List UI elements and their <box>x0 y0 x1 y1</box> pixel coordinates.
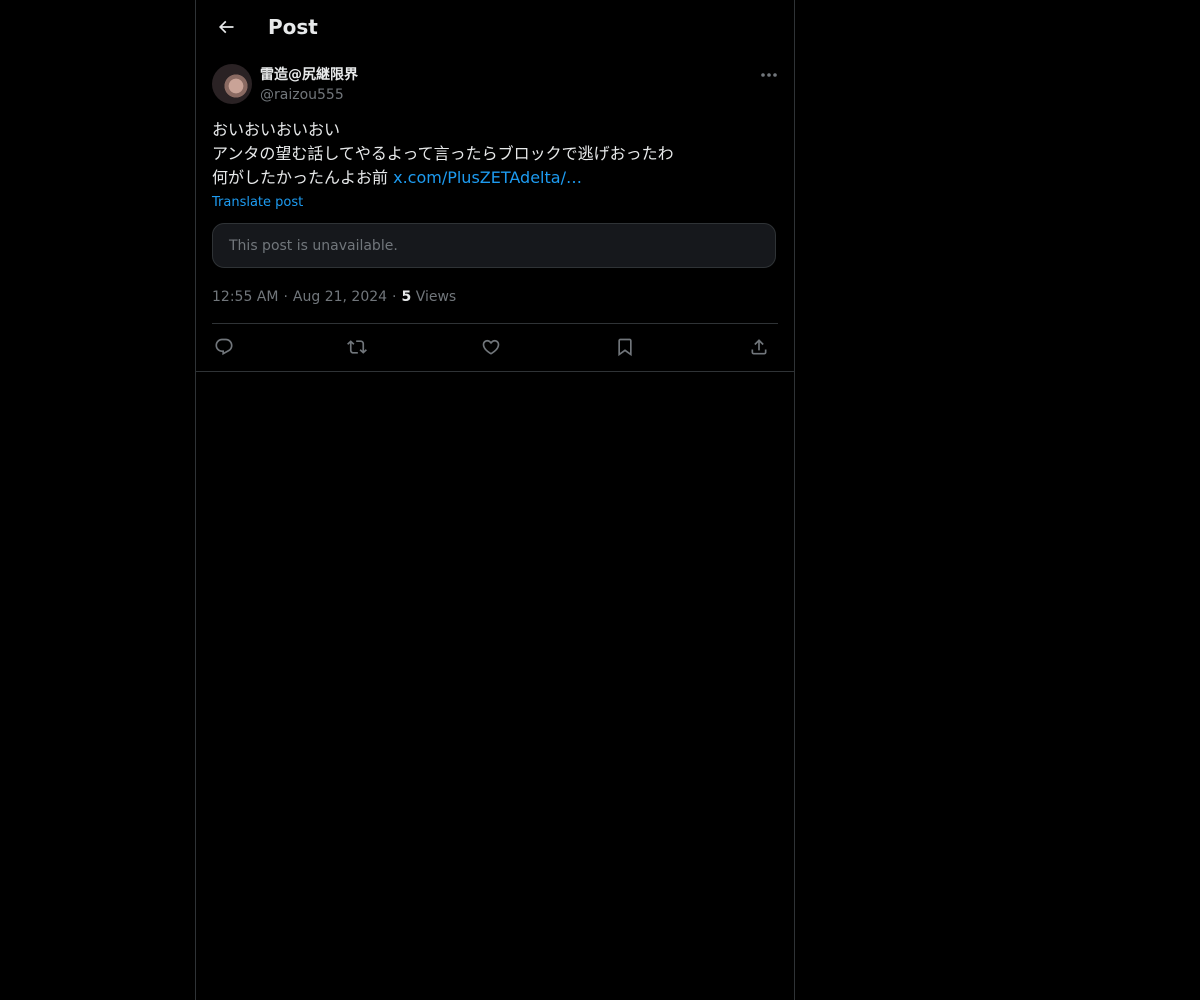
more-options-button[interactable] <box>752 62 786 88</box>
share-button[interactable] <box>744 333 774 361</box>
post-metadata: 12:55 AM · Aug 21, 2024 · 5 Views <box>212 287 456 307</box>
post-time[interactable]: 12:55 AM <box>212 289 278 305</box>
tweet-text: おいおいおいおい アンタの望む話してやるよって言ったらブロックで逃げおったわ 何… <box>212 118 778 190</box>
tweet-text-line: 何がしたかったんよお前 x.com/PlusZETAdelta/… <box>212 166 778 190</box>
translate-post-link[interactable]: Translate post <box>212 194 303 212</box>
reply-button[interactable] <box>209 333 239 361</box>
back-button[interactable] <box>208 9 244 45</box>
meta-separator: · <box>392 289 397 305</box>
like-icon <box>481 337 501 357</box>
like-button[interactable] <box>476 333 506 361</box>
meta-separator: · <box>283 289 288 305</box>
repost-button[interactable] <box>342 333 372 361</box>
post-actions <box>212 333 778 361</box>
repost-icon <box>347 337 367 357</box>
author-handle[interactable]: @raizou555 <box>260 85 344 105</box>
post-date[interactable]: Aug 21, 2024 <box>293 289 387 305</box>
page-title: Post <box>268 15 318 39</box>
views-label: Views <box>411 289 457 305</box>
avatar[interactable] <box>212 64 252 104</box>
tweet-text-line: おいおいおいおい <box>212 120 341 139</box>
author-display-name[interactable]: 雷造@尻継限界 <box>260 65 358 85</box>
unavailable-message: This post is unavailable. <box>229 238 398 254</box>
quoted-post-unavailable: This post is unavailable. <box>212 223 776 268</box>
page-header: Post <box>196 0 794 54</box>
divider <box>212 323 778 324</box>
primary-column: Post 雷造@尻継限界 @raizou555 おいおいおいおい アンタの望む話… <box>195 0 795 1000</box>
bookmark-button[interactable] <box>610 333 640 361</box>
more-horizontal-icon <box>760 72 778 78</box>
divider <box>196 371 794 372</box>
tweet-link[interactable]: x.com/PlusZETAdelta/… <box>393 168 582 187</box>
views-count: 5 <box>401 289 412 305</box>
arrow-left-icon <box>216 17 236 37</box>
tweet-text-line-content: 何がしたかったんよお前 <box>212 168 394 187</box>
share-icon <box>749 337 769 357</box>
bookmark-icon <box>615 337 635 357</box>
tweet-text-line: アンタの望む話してやるよって言ったらブロックで逃げおったわ <box>212 144 674 163</box>
reply-icon <box>214 337 234 357</box>
